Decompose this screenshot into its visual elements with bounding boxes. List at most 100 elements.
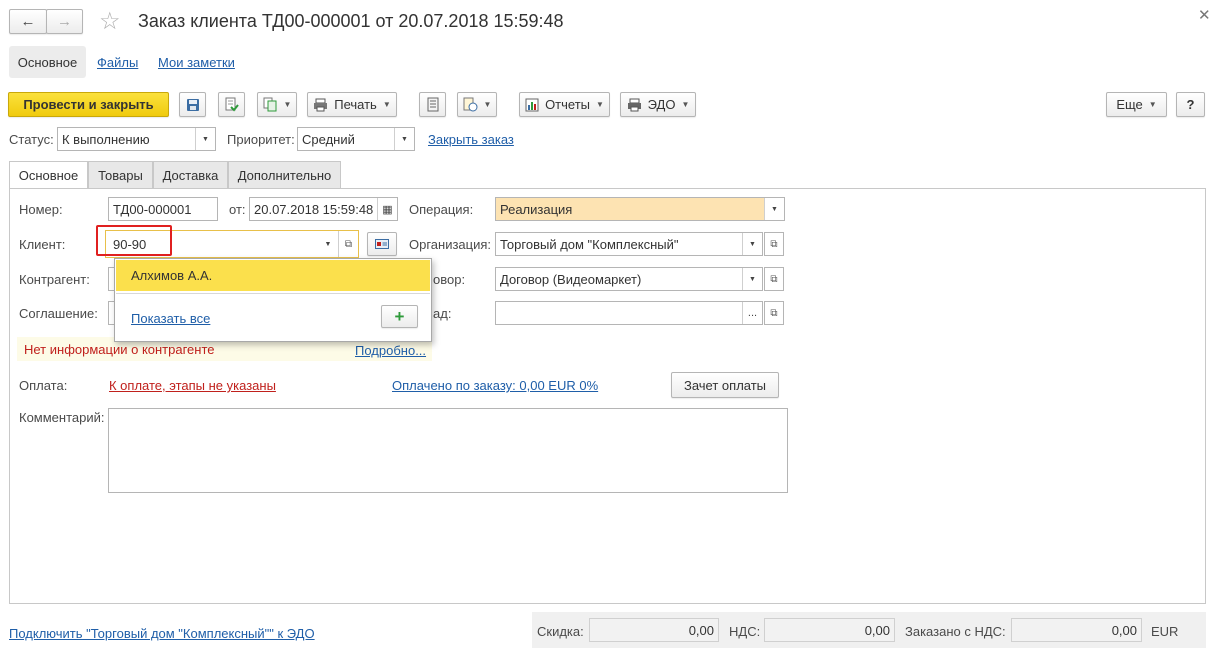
discount-field: 0,00 bbox=[589, 618, 719, 642]
discount-value: 0,00 bbox=[688, 622, 714, 638]
warehouse-field[interactable]: ... bbox=[495, 301, 763, 325]
priority-select[interactable]: Средний ▼ bbox=[297, 127, 415, 151]
client-highlight-frame bbox=[96, 225, 172, 256]
comment-textarea[interactable] bbox=[108, 408, 788, 493]
client-label: Клиент: bbox=[19, 237, 66, 252]
nav-tab-main[interactable]: Основное bbox=[9, 46, 86, 78]
post-and-close-button[interactable]: Провести и закрыть bbox=[8, 92, 169, 117]
payment-link[interactable]: К оплате, этапы не указаны bbox=[109, 378, 276, 393]
related-documents-icon bbox=[463, 97, 478, 112]
dropdown-item-label: Алхимов А.А. bbox=[131, 268, 213, 283]
window-title: Заказ клиента ТД00-000001 от 20.07.2018 … bbox=[138, 11, 564, 31]
organization-label: Организация: bbox=[409, 237, 492, 252]
tab-goods-label: Товары bbox=[98, 167, 143, 183]
tab-additional-label: Дополнительно bbox=[237, 167, 332, 183]
tab-main-label: Основное bbox=[18, 168, 79, 183]
tab-goods[interactable]: Товары bbox=[88, 161, 153, 188]
agreement-label: Соглашение: bbox=[19, 306, 98, 321]
paid-link[interactable]: Оплачено по заказу: 0,00 EUR 0% bbox=[392, 378, 598, 393]
reports-icon bbox=[525, 98, 539, 111]
print-button[interactable]: Печать ▼ bbox=[307, 92, 397, 117]
post-document-icon bbox=[225, 97, 239, 112]
more-button[interactable]: Еще ▼ bbox=[1106, 92, 1167, 117]
operation-select[interactable]: Реализация ▼ bbox=[495, 197, 785, 221]
chevron-down-icon: ▼ bbox=[195, 128, 215, 150]
status-value: К выполнению bbox=[62, 131, 150, 147]
nav-tab-main-label: Основное bbox=[17, 54, 78, 70]
client-card-button[interactable] bbox=[367, 232, 397, 256]
back-button[interactable]: ← bbox=[9, 9, 47, 34]
select-ellipsis-icon[interactable]: ... bbox=[742, 302, 762, 324]
floppy-disk-icon bbox=[186, 98, 199, 111]
close-icon[interactable]: ✕ bbox=[1198, 6, 1211, 24]
tab-additional[interactable]: Дополнительно bbox=[228, 161, 341, 188]
print-label: Печать bbox=[334, 97, 377, 112]
tab-delivery[interactable]: Доставка bbox=[153, 161, 228, 188]
nav-tab-notes[interactable]: Мои заметки bbox=[158, 55, 235, 70]
chevron-down-icon: ▼ bbox=[394, 128, 414, 150]
chevron-down-icon: ▼ bbox=[596, 100, 604, 109]
chevron-down-icon: ▼ bbox=[742, 233, 762, 255]
details-link[interactable]: Подробно... bbox=[355, 343, 426, 358]
date-field[interactable]: 20.07.2018 15:59:48 ▦ bbox=[249, 197, 398, 221]
chevron-down-icon: ▼ bbox=[483, 100, 492, 109]
forward-button[interactable]: → bbox=[46, 9, 83, 34]
warehouse-label: ад: bbox=[433, 306, 452, 321]
operation-label: Операция: bbox=[409, 202, 474, 217]
open-client-icon[interactable]: ⧉ bbox=[338, 231, 358, 257]
edo-label: ЭДО bbox=[647, 97, 676, 112]
payment-offset-button[interactable]: Зачет оплаты bbox=[671, 372, 779, 398]
payment-label: Оплата: bbox=[19, 378, 68, 393]
number-field[interactable]: ТД00-000001 bbox=[108, 197, 218, 221]
open-contract-button[interactable]: ⧉ bbox=[764, 267, 784, 291]
vat-value: 0,00 bbox=[864, 622, 890, 638]
show-all-link[interactable]: Показать все bbox=[131, 311, 210, 326]
total-field: 0,00 bbox=[1011, 618, 1142, 642]
chevron-down-icon: ▼ bbox=[681, 100, 690, 109]
arrow-right-icon: → bbox=[57, 13, 72, 30]
calendar-icon[interactable]: ▦ bbox=[377, 198, 397, 220]
help-button[interactable]: ? bbox=[1176, 92, 1205, 117]
chevron-down-icon: ▼ bbox=[382, 100, 391, 109]
currency-label: EUR bbox=[1151, 624, 1179, 639]
vat-field: 0,00 bbox=[764, 618, 895, 642]
document-list-button[interactable] bbox=[419, 92, 446, 117]
open-form-icon: ⧉ bbox=[770, 238, 778, 250]
open-organization-button[interactable]: ⧉ bbox=[764, 232, 784, 256]
open-warehouse-button[interactable]: ⧉ bbox=[764, 301, 784, 325]
more-label: Еще bbox=[1116, 97, 1143, 112]
create-based-on-button[interactable]: ▼ bbox=[257, 92, 297, 117]
printer-icon bbox=[314, 98, 328, 111]
organization-value: Торговый дом "Комплексный" bbox=[500, 236, 679, 252]
status-select[interactable]: К выполнению ▼ bbox=[57, 127, 216, 151]
edo-icon bbox=[627, 98, 641, 111]
connect-edo-link[interactable]: Подключить "Торговый дом "Комплексный"" … bbox=[9, 626, 315, 641]
contract-select[interactable]: Договор (Видеомаркет) ▼ bbox=[495, 267, 763, 291]
date-label: от: bbox=[229, 202, 246, 217]
total-value: 0,00 bbox=[1111, 622, 1137, 638]
edo-button[interactable]: ЭДО ▼ bbox=[620, 92, 696, 117]
tab-main[interactable]: Основное bbox=[9, 161, 88, 189]
client-dropdown: Алхимов А.А. Показать все + bbox=[114, 258, 432, 342]
dropdown-item[interactable]: Алхимов А.А. bbox=[116, 260, 430, 291]
post-button[interactable] bbox=[218, 92, 245, 117]
no-info-warning: Нет информации о контрагенте bbox=[24, 342, 215, 357]
total-label: Заказано с НДС: bbox=[905, 624, 1006, 639]
reports-button[interactable]: Отчеты ▼ bbox=[519, 92, 610, 117]
add-client-button[interactable]: + bbox=[381, 305, 418, 328]
chevron-down-icon: ▼ bbox=[764, 198, 784, 220]
related-documents-button[interactable]: ▼ bbox=[457, 92, 497, 117]
priority-value: Средний bbox=[302, 131, 355, 147]
help-label: ? bbox=[1186, 97, 1195, 112]
number-label: Номер: bbox=[19, 202, 63, 217]
id-card-icon bbox=[375, 239, 389, 249]
dropdown-divider bbox=[116, 293, 430, 294]
close-order-link[interactable]: Закрыть заказ bbox=[428, 132, 514, 147]
save-button[interactable] bbox=[179, 92, 206, 117]
chevron-down-icon: ▼ bbox=[1148, 100, 1157, 109]
vat-label: НДС: bbox=[729, 624, 761, 639]
favorite-star-icon[interactable]: ☆ bbox=[99, 8, 121, 36]
nav-tab-files[interactable]: Файлы bbox=[97, 55, 138, 70]
organization-select[interactable]: Торговый дом "Комплексный" ▼ bbox=[495, 232, 763, 256]
chevron-down-icon: ▼ bbox=[742, 268, 762, 290]
